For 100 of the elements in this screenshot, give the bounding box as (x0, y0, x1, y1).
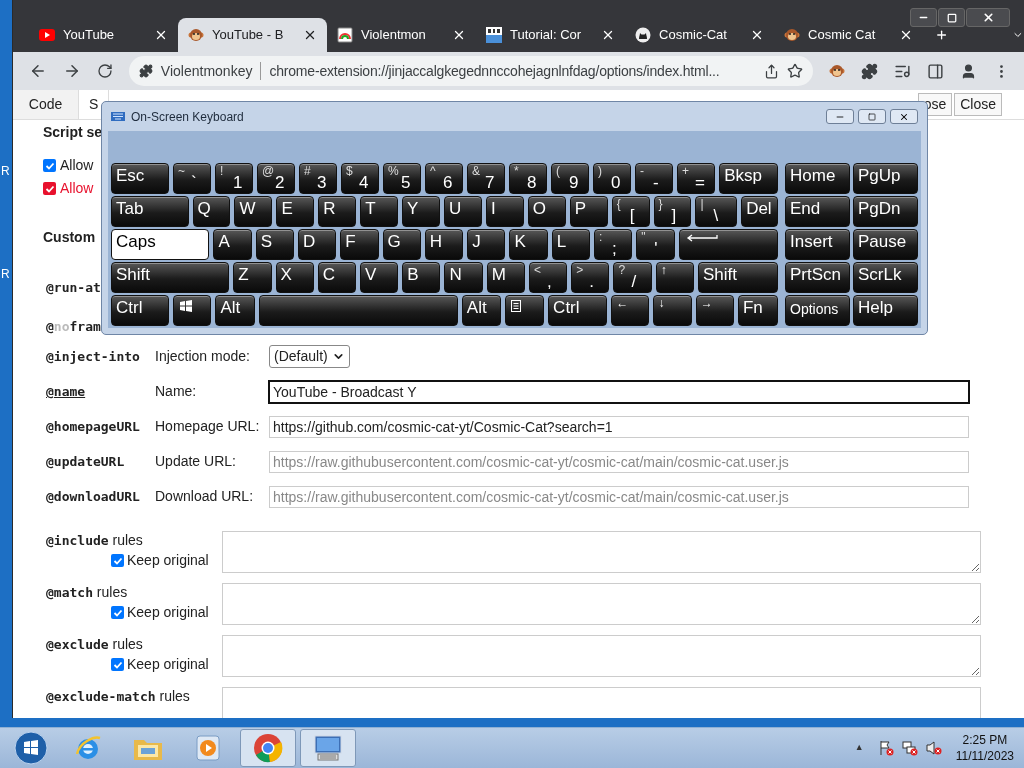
flag-alert-icon[interactable] (877, 740, 894, 756)
keyboard-key[interactable]: P (569, 196, 608, 227)
start-orb-icon[interactable] (14, 731, 48, 765)
extensions-icon[interactable] (861, 62, 879, 80)
keyboard-key[interactable]: T (360, 196, 399, 227)
address-bar[interactable]: Violentmonkey chrome-extension://jinjaccalgkegednnccohejagnlnfdag/options/index.html... (128, 56, 814, 86)
keyboard-key[interactable]: Home (785, 163, 850, 194)
keyboard-key[interactable]: ~ ` (172, 163, 211, 194)
keyboard-key[interactable]: Options (785, 295, 850, 326)
browser-tab[interactable]: Violentmon (327, 18, 477, 52)
checkbox[interactable] (111, 658, 124, 671)
keyboard-key[interactable]: PgDn (853, 196, 918, 227)
clock[interactable]: 2:25 PM 11/11/2023 (955, 732, 1014, 764)
checkbox[interactable] (43, 182, 56, 195)
keyboard-key[interactable]: Ctrl (111, 295, 170, 326)
side-panel-icon[interactable] (927, 62, 945, 80)
keyboard-key[interactable]: A (213, 229, 252, 260)
keyboard-key[interactable]: : ; (594, 229, 633, 260)
keyboard-key[interactable]: F (340, 229, 379, 260)
keyboard-key[interactable] (258, 295, 458, 326)
keyboard-key[interactable]: - - (635, 163, 674, 194)
keyboard-key[interactable]: Help (853, 295, 918, 326)
keyboard-key[interactable]: $ 4 (341, 163, 379, 194)
keyboard-key[interactable]: E (276, 196, 315, 227)
checkbox[interactable] (111, 554, 124, 567)
injection-mode-select[interactable]: (Default) (269, 345, 350, 368)
keyboard-key[interactable]: O (527, 196, 566, 227)
keyboard-key[interactable]: → (695, 295, 734, 326)
keyboard-key[interactable]: # 3 (298, 163, 337, 194)
keyboard-key[interactable]: N (444, 262, 483, 293)
keyboard-key[interactable]: ? / (613, 262, 652, 293)
bookmark-star-icon[interactable] (787, 63, 804, 79)
keyboard-key[interactable]: Pause (853, 229, 918, 260)
keyboard-key[interactable]: R (318, 196, 357, 227)
back-icon[interactable] (29, 62, 47, 80)
keyboard-key[interactable]: L (551, 229, 590, 260)
keyboard-key[interactable]: | \ (695, 196, 738, 227)
keyboard-key[interactable]: W (234, 196, 273, 227)
keyboard-key[interactable]: > . (571, 262, 610, 293)
keyboard-key[interactable]: ) 0 (593, 163, 632, 194)
keyboard-key[interactable]: < , (528, 262, 568, 293)
keyboard-key[interactable]: Q (192, 196, 231, 227)
toolbar-button[interactable]: Close (954, 93, 1002, 116)
keyboard-key[interactable]: { [ (611, 196, 650, 227)
editor-tab[interactable]: Code (13, 90, 79, 119)
browser-tab[interactable]: Cosmic-Cat (625, 18, 775, 52)
keyboard-key[interactable]: @ 2 (256, 163, 295, 194)
keyboard-key[interactable]: ← (611, 295, 650, 326)
keyboard-key[interactable]: ScrLk (853, 262, 918, 293)
keyboard-key[interactable]: * 8 (509, 163, 548, 194)
keyboard-key[interactable]: ↓ (653, 295, 692, 326)
close-icon[interactable] (154, 28, 168, 42)
keyboard-key[interactable]: U (444, 196, 482, 227)
keyboard-key[interactable] (173, 295, 212, 326)
keyboard-key[interactable]: " ' (636, 229, 675, 260)
keyboard-key[interactable]: Z (233, 262, 272, 293)
keyboard-key[interactable]: & 7 (467, 163, 506, 194)
keyboard-key[interactable]: Ctrl (548, 295, 608, 326)
taskbar-button[interactable] (300, 729, 356, 767)
keyboard-key[interactable]: Caps (111, 229, 210, 260)
share-icon[interactable] (764, 63, 780, 79)
keyboard-key[interactable]: Fn (737, 295, 778, 326)
keyboard-key[interactable]: Y (402, 196, 440, 227)
keyboard-key[interactable]: Alt (215, 295, 255, 326)
keyboard-key[interactable] (678, 229, 778, 260)
keyboard-key[interactable]: PgUp (853, 163, 918, 194)
browser-tab[interactable]: YouTube (29, 18, 178, 52)
keyboard-key[interactable]: } ] (653, 196, 692, 227)
browser-tab[interactable]: Tutorial: Cor (476, 18, 626, 52)
checkbox[interactable] (111, 606, 124, 619)
keyboard-key[interactable]: Esc (111, 163, 169, 194)
text-field[interactable]: https://raw.githubusercontent.com/cosmic-cat-yt/cosmic-cat/main/cosmic-cat.user.js (269, 450, 969, 473)
network-alert-icon[interactable] (901, 740, 918, 756)
keyboard-key[interactable]: C (317, 262, 356, 293)
keyboard-key[interactable]: PrtScn (785, 262, 850, 293)
keyboard-key[interactable]: S (255, 229, 294, 260)
browser-tab[interactable]: Cosmic Cat (774, 18, 924, 52)
checkbox[interactable] (43, 159, 56, 172)
keyboard-key[interactable]: M (486, 262, 525, 293)
maximize-button[interactable] (938, 8, 965, 27)
keyboard-key[interactable]: D (298, 229, 337, 260)
keyboard-key[interactable]: Shift (697, 262, 779, 293)
text-field[interactable]: https://github.com/cosmic-cat-yt/Cosmic-Cat?search=1 (269, 415, 969, 438)
taskbar-button[interactable] (240, 729, 296, 767)
keyboard-key[interactable]: J (467, 229, 506, 260)
keyboard-key[interactable]: Shift (111, 262, 230, 293)
keyboard-key[interactable]: + = (677, 163, 716, 194)
keyboard-key[interactable]: K (509, 229, 548, 260)
keyboard-key[interactable]: % 5 (383, 163, 421, 194)
keyboard-key[interactable]: V (360, 262, 399, 293)
browser-tab[interactable]: YouTube - B (178, 18, 328, 52)
keyboard-key[interactable]: ( 9 (551, 163, 590, 194)
text-field[interactable]: https://raw.githubusercontent.com/cosmic-cat-yt/cosmic-cat/main/cosmic-cat.user.js (269, 485, 969, 508)
keyboard-key[interactable]: Insert (785, 229, 850, 260)
keyboard-key[interactable]: ^ 6 (425, 163, 464, 194)
show-hidden-icons[interactable]: ▲ (854, 741, 864, 755)
close-button[interactable] (966, 8, 1010, 27)
keyboard-key[interactable]: End (785, 196, 850, 227)
keyboard-key[interactable]: Alt (461, 295, 501, 326)
profile-icon[interactable] (960, 62, 977, 80)
